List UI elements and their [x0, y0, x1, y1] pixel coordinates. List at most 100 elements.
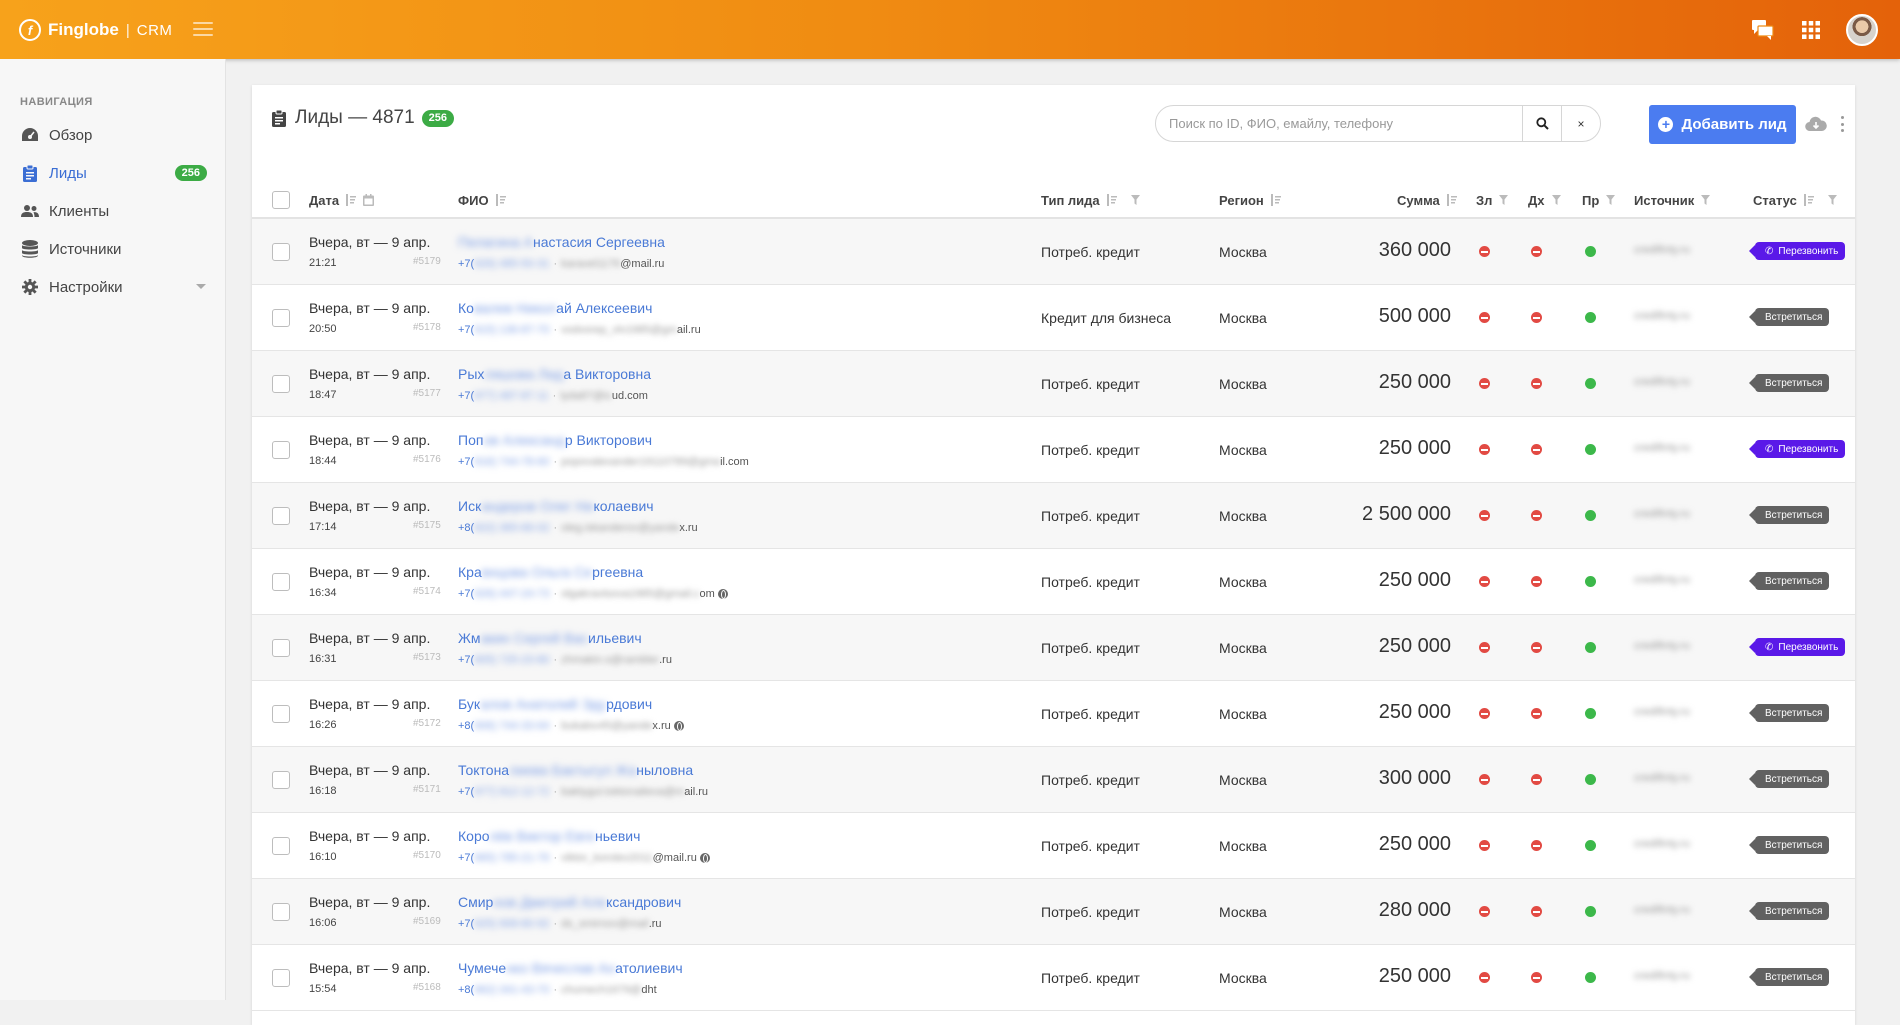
lead-name-link[interactable]: Искандеров Олег Николаевич [458, 498, 654, 514]
col-region[interactable]: Регион [1219, 181, 1281, 219]
status-badge[interactable]: ✆ Перезвонить [1748, 242, 1846, 260]
table-row[interactable]: Вчера, вт — 9 апр. 17:14 #5175 Искандеро… [252, 483, 1855, 549]
table-row[interactable]: Вчера, вт — 9 апр. 16:18 #5171 Токтонали… [252, 747, 1855, 813]
status-badge[interactable]: Встретиться [1748, 572, 1830, 590]
table-row[interactable]: Вчера, вт — 9 апр. 16:26 #5172 Букалов А… [252, 681, 1855, 747]
table-row[interactable]: Вчера, вт — 9 апр. 18:44 #5176 Попов Але… [252, 417, 1855, 483]
chevron-down-icon[interactable] [196, 284, 206, 289]
col-date[interactable]: Дата [309, 181, 375, 219]
col-zl[interactable]: Зл [1476, 181, 1509, 219]
sort-icon[interactable] [1803, 194, 1814, 206]
filter-icon[interactable] [1551, 195, 1561, 205]
cloud-download-icon[interactable] [1804, 112, 1828, 136]
status-badge[interactable]: Встретиться [1748, 506, 1830, 524]
table-row[interactable]: Вчера, вт — 9 апр. 16:10 #5170 Королёв В… [252, 813, 1855, 879]
search-button[interactable] [1522, 106, 1561, 141]
filter-icon[interactable] [1606, 195, 1616, 205]
lead-name-link[interactable]: Пелагина Анастасия Сергеевна [458, 234, 665, 250]
lead-phone[interactable]: +7( [458, 390, 474, 402]
apps-grid-icon[interactable] [1792, 11, 1830, 49]
status-badge[interactable]: ✆ Перезвонить [1748, 638, 1846, 656]
lead-name-link[interactable]: Смирнов Дмитрий Александрович [458, 894, 681, 910]
row-checkbox[interactable] [272, 507, 290, 525]
col-status[interactable]: Статус [1753, 181, 1837, 219]
col-fio[interactable]: ФИО [458, 181, 506, 219]
lead-name-link[interactable]: Королёв Виктор Евгеньевич [458, 828, 640, 844]
lead-name-link[interactable]: Кравнцова Ольга Сергеевна [458, 564, 643, 580]
select-all-checkbox[interactable] [272, 181, 290, 219]
row-checkbox[interactable] [272, 639, 290, 657]
chat-icon[interactable] [1744, 11, 1782, 49]
lead-phone[interactable]: +7( [458, 918, 474, 930]
lead-phone[interactable]: +7( [458, 786, 474, 798]
sidebar-item-clients[interactable]: Клиенты [0, 192, 226, 230]
sidebar-item-leads[interactable]: Лиды 256 [0, 154, 226, 192]
col-pr[interactable]: Пр [1582, 181, 1616, 219]
filter-icon[interactable] [1130, 195, 1140, 205]
sort-icon[interactable] [495, 194, 506, 206]
app-logo[interactable]: f Finglobe | CRM [19, 19, 172, 41]
lead-name-link[interactable]: Жмакин Сергей Васильевич [458, 630, 642, 646]
row-checkbox[interactable] [272, 969, 290, 987]
lead-phone[interactable]: +7( [458, 852, 474, 864]
filter-icon[interactable] [1499, 195, 1509, 205]
more-options-icon[interactable] [1841, 116, 1845, 132]
status-badge[interactable]: Встретиться [1748, 308, 1830, 326]
row-checkbox[interactable] [272, 309, 290, 327]
col-dh[interactable]: Дх [1528, 181, 1561, 219]
col-sum[interactable]: Сумма [1397, 181, 1457, 219]
table-row[interactable]: Вчера, вт — 9 апр. 16:34 #5174 Кравнцова… [252, 549, 1855, 615]
status-badge[interactable]: Встретиться [1748, 902, 1830, 920]
lead-name-link[interactable]: Букалов Анатолий Эдурдович [458, 696, 652, 712]
lead-phone[interactable]: +7( [458, 258, 474, 270]
clear-search-button[interactable]: × [1561, 106, 1600, 141]
lead-phone[interactable]: +7( [458, 588, 474, 600]
table-row[interactable]: Вчера, вт — 9 апр. 16:31 #5173 Жмакин Се… [252, 615, 1855, 681]
row-checkbox[interactable] [272, 375, 290, 393]
lead-phone[interactable]: +7( [458, 324, 474, 336]
row-checkbox[interactable] [272, 573, 290, 591]
status-badge[interactable]: Встретиться [1748, 704, 1830, 722]
calendar-icon[interactable] [363, 194, 375, 206]
lead-phone[interactable]: +7( [458, 654, 474, 666]
status-badge[interactable]: Встретиться [1748, 770, 1830, 788]
row-checkbox[interactable] [272, 705, 290, 723]
lead-name-link[interactable]: Чумеченко Вячеслав Анатолиевич [458, 960, 683, 976]
sort-icon[interactable] [1106, 194, 1117, 206]
row-checkbox[interactable] [272, 771, 290, 789]
table-row[interactable]: Вчера, вт — 9 апр. 18:47 #5177 Рыхляшова… [252, 351, 1855, 417]
lead-name-link[interactable]: Токтоналиева Бактыгул Жаныловна [458, 762, 693, 778]
sort-icon[interactable] [1446, 194, 1457, 206]
status-badge[interactable]: Встретиться [1748, 968, 1830, 986]
col-type[interactable]: Тип лида [1041, 181, 1140, 219]
lead-phone[interactable]: +8( [458, 720, 474, 732]
sort-icon[interactable] [1270, 194, 1281, 206]
lead-name-link[interactable]: Ковалев Николай Алексеевич [458, 300, 652, 316]
sidebar-item-overview[interactable]: Обзор [0, 116, 226, 154]
lead-phone[interactable]: +7( [458, 456, 474, 468]
add-lead-button[interactable]: + Добавить лид [1649, 105, 1796, 144]
lead-phone[interactable]: +8( [458, 984, 474, 996]
status-badge[interactable]: ✆ Перезвонить [1748, 440, 1846, 458]
table-row[interactable]: Вчера, вт — 9 апр. 15:54 #5168 Чумеченко… [252, 945, 1855, 1011]
table-row[interactable]: Вчера, вт — 9 апр. 20:50 #5178 Ковалев Н… [252, 285, 1855, 351]
lead-name-link[interactable]: Попов Александр Викторович [458, 432, 652, 448]
sidebar-item-sources[interactable]: Источники [0, 230, 226, 268]
row-checkbox[interactable] [272, 837, 290, 855]
sort-icon[interactable] [346, 194, 357, 206]
row-checkbox[interactable] [272, 243, 290, 261]
table-row[interactable]: Вчера, вт — 9 апр. 21:21 #5179 Пелагина … [252, 219, 1855, 285]
table-row[interactable]: Вчера, вт — 9 апр. 16:06 #5169 Смирнов Д… [252, 879, 1855, 945]
lead-name-link[interactable]: Рыхляшова Лида Викторовна [458, 366, 651, 382]
status-badge[interactable]: Встретиться [1748, 374, 1830, 392]
search-input[interactable] [1156, 106, 1522, 141]
row-checkbox[interactable] [272, 441, 290, 459]
row-checkbox[interactable] [272, 903, 290, 921]
col-source[interactable]: Источник [1634, 181, 1711, 219]
sidebar-item-settings[interactable]: Настройки [0, 268, 226, 306]
user-avatar[interactable] [1846, 13, 1878, 46]
menu-toggle-icon[interactable] [193, 22, 213, 36]
status-badge[interactable]: Встретиться [1748, 836, 1830, 854]
filter-icon[interactable] [1701, 195, 1711, 205]
lead-phone[interactable]: +8( [458, 522, 474, 534]
